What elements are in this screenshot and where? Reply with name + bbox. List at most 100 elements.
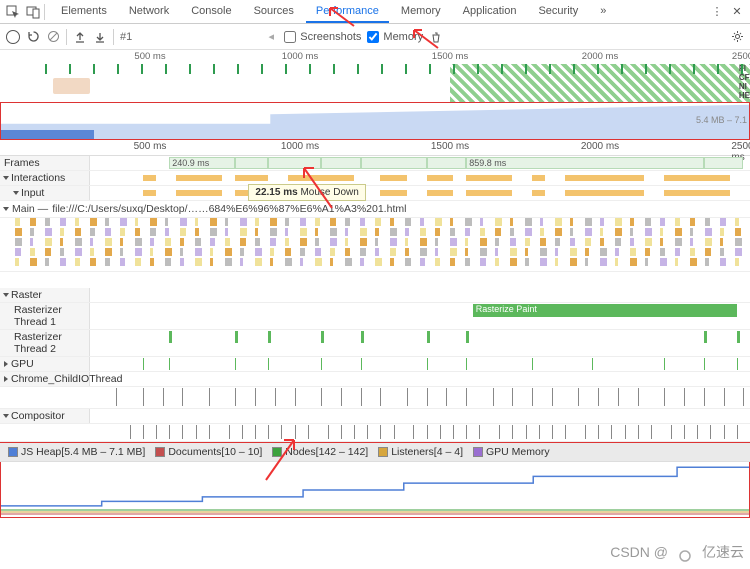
raster-thread-2-label: Rasterizer Thread 2 xyxy=(0,330,90,356)
flame-chart[interactable] xyxy=(0,218,750,272)
input-bar[interactable] xyxy=(380,190,406,196)
separator xyxy=(113,29,114,45)
tick-label: 1500 ms xyxy=(432,51,468,62)
overview-strip[interactable]: FI CF NI HE xyxy=(0,64,750,102)
legend-item[interactable]: Listeners[4 – 4] xyxy=(378,446,463,458)
gear-icon[interactable] xyxy=(730,30,744,44)
track-raster-2[interactable]: Rasterizer Thread 2 xyxy=(0,330,750,357)
legend-item[interactable]: GPU Memory xyxy=(473,446,550,458)
input-bar[interactable] xyxy=(143,190,156,196)
frames-label: Frames xyxy=(4,157,40,169)
separator xyxy=(44,4,45,20)
close-icon[interactable]: ✕ xyxy=(728,3,746,21)
input-bar[interactable] xyxy=(466,190,512,196)
download-icon[interactable] xyxy=(93,30,107,44)
memory-input[interactable] xyxy=(367,31,379,43)
interaction-bar[interactable] xyxy=(143,175,156,181)
input-bar[interactable] xyxy=(427,190,453,196)
recording-selector[interactable]: #1 xyxy=(120,31,132,43)
memory-legend: JS Heap[5.4 MB – 7.1 MB] Documents[10 – 1… xyxy=(0,442,750,462)
interaction-bar[interactable] xyxy=(532,175,545,181)
tick-label: 1000 ms xyxy=(282,51,318,62)
input-bar[interactable] xyxy=(176,190,222,196)
watermark: CSDN @ 亿速云 xyxy=(610,541,744,563)
record-icon[interactable] xyxy=(6,30,20,44)
tab-network[interactable]: Network xyxy=(119,1,179,23)
tick-label: 2000 ms xyxy=(581,141,619,152)
tick-label: 1000 ms xyxy=(281,141,319,152)
screenshots-checkbox[interactable]: Screenshots xyxy=(284,31,361,43)
frame-cell[interactable] xyxy=(235,157,268,169)
reload-icon[interactable] xyxy=(26,30,40,44)
disclosure-icon[interactable] xyxy=(4,376,8,382)
interaction-bar[interactable] xyxy=(466,175,512,181)
track-childio-body[interactable] xyxy=(0,387,750,409)
annotation-arrow xyxy=(300,166,336,210)
tab-security[interactable]: Security xyxy=(528,1,588,23)
track-compositor[interactable]: Compositor xyxy=(0,409,750,424)
frame-cell[interactable]: 240.9 ms xyxy=(169,157,235,169)
devtools-topbar: Elements Network Console Sources Perform… xyxy=(0,0,750,24)
track-main-header[interactable]: Main — file:///C:/Users/suxq/Desktop/……6… xyxy=(0,201,750,218)
overview-memory[interactable]: 5.4 MB – 7.1 xyxy=(0,102,750,140)
frame-cell[interactable] xyxy=(427,157,467,169)
clear-icon[interactable] xyxy=(46,30,60,44)
inspect-icon[interactable] xyxy=(4,3,22,21)
tab-sources[interactable]: Sources xyxy=(244,1,304,23)
screenshots-input[interactable] xyxy=(284,31,296,43)
interaction-bar[interactable] xyxy=(176,175,222,181)
track-raster[interactable]: Raster xyxy=(0,288,750,303)
interaction-bar[interactable] xyxy=(664,175,730,181)
tab-more[interactable]: » xyxy=(590,1,616,23)
interaction-bar[interactable] xyxy=(235,175,268,181)
disclosure-icon[interactable] xyxy=(4,361,8,367)
raster-label: Raster xyxy=(11,289,42,301)
main-url: file:///C:/Users/suxq/Desktop/……684%E6%9… xyxy=(52,203,406,215)
track-childio[interactable]: Chrome_ChildIOThread xyxy=(0,372,750,387)
disclosure-icon[interactable] xyxy=(3,207,9,211)
track-compositor-body[interactable] xyxy=(0,424,750,442)
input-bar[interactable] xyxy=(532,190,545,196)
track-interactions[interactable]: Interactions xyxy=(0,171,750,186)
interaction-bar[interactable] xyxy=(565,175,644,181)
track-raster-1[interactable]: Rasterizer Thread 1 Rasterize Paint xyxy=(0,303,750,330)
detail-ruler[interactable]: 500 ms 1000 ms 1500 ms 2000 ms 2500 ms xyxy=(0,140,750,156)
tab-application[interactable]: Application xyxy=(453,1,527,23)
rasterize-paint-bar[interactable]: Rasterize Paint xyxy=(473,304,737,317)
tick-label: 1500 ms xyxy=(431,141,469,152)
annotation-arrow xyxy=(410,28,440,50)
interaction-bar[interactable] xyxy=(427,175,453,181)
interactions-label: Interactions xyxy=(11,172,65,184)
track-frames[interactable]: Frames 240.9 ms 859.8 ms xyxy=(0,156,750,171)
overview-ruler[interactable]: 500 ms 1000 ms 1500 ms 2000 ms 2500 ms xyxy=(0,50,750,64)
interaction-bar[interactable] xyxy=(380,175,406,181)
frame-cell[interactable] xyxy=(704,157,744,169)
separator xyxy=(66,29,67,45)
perf-toolbar: #1 ◂ Screenshots Memory xyxy=(0,24,750,50)
disclosure-icon[interactable] xyxy=(3,176,9,180)
frame-cell[interactable]: 859.8 ms xyxy=(466,157,704,169)
legend-item[interactable]: Documents[10 – 10] xyxy=(155,446,262,458)
memory-graph[interactable] xyxy=(0,462,750,518)
mem-range: 5.4 MB – 7.1 xyxy=(696,115,747,125)
tab-console[interactable]: Console xyxy=(181,1,241,23)
kebab-icon[interactable]: ⋮ xyxy=(708,3,726,21)
track-gpu[interactable]: GPU xyxy=(0,357,750,372)
disclosure-icon[interactable] xyxy=(13,191,19,195)
disclosure-icon[interactable] xyxy=(3,414,9,418)
chevron-left-icon[interactable]: ◂ xyxy=(264,30,278,44)
main-label: Main — xyxy=(12,203,48,215)
input-bar[interactable] xyxy=(565,190,644,196)
tab-memory[interactable]: Memory xyxy=(391,1,451,23)
tick-label: 500 ms xyxy=(134,51,165,62)
upload-icon[interactable] xyxy=(73,30,87,44)
track-input[interactable]: Input 22.15 ms Mouse Down xyxy=(0,186,750,201)
device-icon[interactable] xyxy=(24,3,42,21)
disclosure-icon[interactable] xyxy=(3,293,9,297)
tab-elements[interactable]: Elements xyxy=(51,1,117,23)
input-bar[interactable] xyxy=(664,190,730,196)
frame-cell[interactable] xyxy=(361,157,427,169)
tick-label: 500 ms xyxy=(134,141,167,152)
annotation-arrow xyxy=(262,438,298,482)
legend-item[interactable]: JS Heap[5.4 MB – 7.1 MB] xyxy=(8,446,145,458)
